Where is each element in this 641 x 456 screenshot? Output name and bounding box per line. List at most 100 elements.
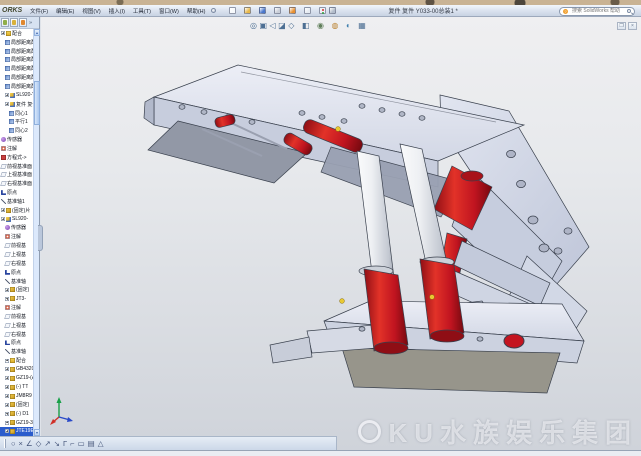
tree-item[interactable]: GB4320: [0, 365, 33, 374]
configurationmanager-tab[interactable]: [19, 18, 27, 27]
expand-icon[interactable]: [5, 102, 9, 106]
tree-item[interactable]: (固定): [0, 400, 33, 409]
angle-tool-button[interactable]: ∠: [26, 438, 33, 450]
corner-right-tool-button[interactable]: ⌐: [70, 438, 74, 450]
edit-appearance-button[interactable]: ◍: [331, 21, 343, 30]
zoom-to-area-button[interactable]: ▣: [259, 21, 267, 30]
apply-scene-button[interactable]: ◐: [346, 21, 356, 30]
arrow-down-tool-button[interactable]: ↘: [54, 438, 60, 450]
expand-icon[interactable]: [1, 208, 5, 212]
featuremanager-tab[interactable]: [1, 18, 9, 27]
scroll-down-icon[interactable]: [34, 429, 40, 436]
expand-icon[interactable]: [5, 297, 9, 301]
tree-item[interactable]: GZ19-(A: [0, 374, 33, 383]
tree-item[interactable]: JT3-: [0, 294, 33, 303]
rectangle-tool-button[interactable]: ▭: [78, 438, 85, 450]
tree-item[interactable]: 局部距离配: [0, 56, 33, 65]
model-hydraulic-support[interactable]: [144, 65, 589, 393]
tree-item[interactable]: 基准轴: [0, 277, 33, 286]
tree-item[interactable]: 注解: [0, 232, 33, 241]
doc-restore-button[interactable]: ❐: [617, 22, 626, 30]
tree-item[interactable]: JTE19E: [0, 427, 33, 436]
expand-icon[interactable]: [1, 31, 5, 35]
tree-item[interactable]: (-) D1: [0, 409, 33, 418]
tree-item[interactable]: 平行1: [0, 117, 33, 126]
triangle-tool-button[interactable]: △: [98, 438, 104, 450]
search-icon[interactable]: [627, 9, 632, 14]
view-settings-button[interactable]: ▦: [358, 21, 371, 30]
tree-item[interactable]: 原点: [0, 339, 33, 348]
arrow-up-tool-button[interactable]: ↗: [44, 438, 50, 450]
expand-icon[interactable]: [5, 93, 9, 97]
tree-item[interactable]: 前视基: [0, 241, 33, 250]
save-button[interactable]: [258, 7, 272, 14]
tree-item[interactable]: 局部距离配: [0, 47, 33, 56]
trim-tool-button[interactable]: ×: [19, 438, 23, 450]
tree-item[interactable]: 右视基: [0, 259, 33, 268]
tree-item[interactable]: 局部距离配: [0, 73, 33, 82]
menu-pin-icon[interactable]: [211, 8, 216, 13]
search-input[interactable]: [570, 7, 625, 15]
point-tool-button[interactable]: ◇: [36, 438, 42, 450]
tree-item[interactable]: 上视基准面: [0, 171, 33, 180]
undo-button[interactable]: [288, 7, 302, 14]
tree-item[interactable]: 配合: [0, 29, 33, 38]
table-tool-button[interactable]: ▤: [88, 438, 95, 450]
display-style-button[interactable]: ◧: [302, 21, 315, 30]
tree-item[interactable]: 注解: [0, 144, 33, 153]
tree-item[interactable]: 原点: [0, 268, 33, 277]
select-button[interactable]: [303, 7, 317, 14]
hide-show-items-button[interactable]: ◉: [317, 21, 329, 30]
expand-icon[interactable]: [5, 385, 9, 389]
graphics-viewport[interactable]: ◎▣◁◪◇◧◉◍◐▦ ❐× KU水族娱乐集团: [41, 17, 641, 450]
open-button[interactable]: [243, 7, 257, 14]
expand-icon[interactable]: [5, 376, 9, 380]
expand-icon[interactable]: [1, 217, 5, 221]
menu-item-2[interactable]: 视图(V): [78, 6, 104, 16]
tree-item[interactable]: (固定): [0, 285, 33, 294]
zoom-to-fit-button[interactable]: ◎: [250, 21, 257, 30]
section-view-button[interactable]: ◪: [278, 21, 286, 30]
tree-item[interactable]: GZ19-3: [0, 418, 33, 427]
tree-item[interactable]: 局部距离配: [0, 82, 33, 91]
tree-item[interactable]: 传感器: [0, 135, 33, 144]
new-document-button[interactable]: [228, 7, 242, 14]
previous-view-button[interactable]: ◁: [270, 21, 276, 30]
tree-item[interactable]: SL920-Y033-02: [0, 91, 33, 100]
menu-item-3[interactable]: 插入(I): [105, 6, 129, 16]
tree-item[interactable]: 前视基: [0, 312, 33, 321]
doc-close-button[interactable]: ×: [628, 22, 637, 30]
propertymanager-tab[interactable]: [10, 18, 18, 27]
model-canvas[interactable]: [41, 17, 641, 450]
tree-item[interactable]: 前视基准面: [0, 162, 33, 171]
expand-icon[interactable]: [5, 394, 9, 398]
expand-icon[interactable]: [5, 429, 9, 433]
tree-item[interactable]: 上视基: [0, 321, 33, 330]
tree-item[interactable]: 右视基: [0, 330, 33, 339]
menu-item-0[interactable]: 文件(F): [26, 6, 52, 16]
menu-item-1[interactable]: 编辑(E): [52, 6, 78, 16]
tree-item[interactable]: (固定)片: [0, 206, 33, 215]
expand-icon[interactable]: [5, 421, 9, 425]
expand-icon[interactable]: [5, 403, 9, 407]
tree-item[interactable]: 局部距离配: [0, 38, 33, 47]
menu-item-5[interactable]: 窗口(W): [155, 6, 183, 16]
menu-item-4[interactable]: 工具(T): [129, 6, 155, 16]
tree-item[interactable]: SL920-: [0, 215, 33, 224]
view-orientation-button[interactable]: ◇: [288, 21, 299, 30]
tree-item[interactable]: 基准轴: [0, 347, 33, 356]
tree-item[interactable]: 注解: [0, 303, 33, 312]
panel-tabs-overflow[interactable]: »: [29, 20, 32, 26]
expand-icon[interactable]: [5, 288, 9, 292]
tree-item[interactable]: 配合: [0, 356, 33, 365]
print-button[interactable]: [273, 7, 287, 14]
tree-item[interactable]: 局部距离配: [0, 64, 33, 73]
scroll-up-icon[interactable]: [34, 29, 40, 36]
tree-item[interactable]: JM8R9: [0, 392, 33, 401]
tree-item[interactable]: 复件 复件: [0, 100, 33, 109]
tree-item[interactable]: 方程式->: [0, 153, 33, 162]
menu-item-6[interactable]: 帮助(H): [183, 6, 210, 16]
expand-icon[interactable]: [5, 412, 9, 416]
tree-item[interactable]: (-) TT: [0, 383, 33, 392]
tree-item[interactable]: 同心1: [0, 109, 33, 118]
